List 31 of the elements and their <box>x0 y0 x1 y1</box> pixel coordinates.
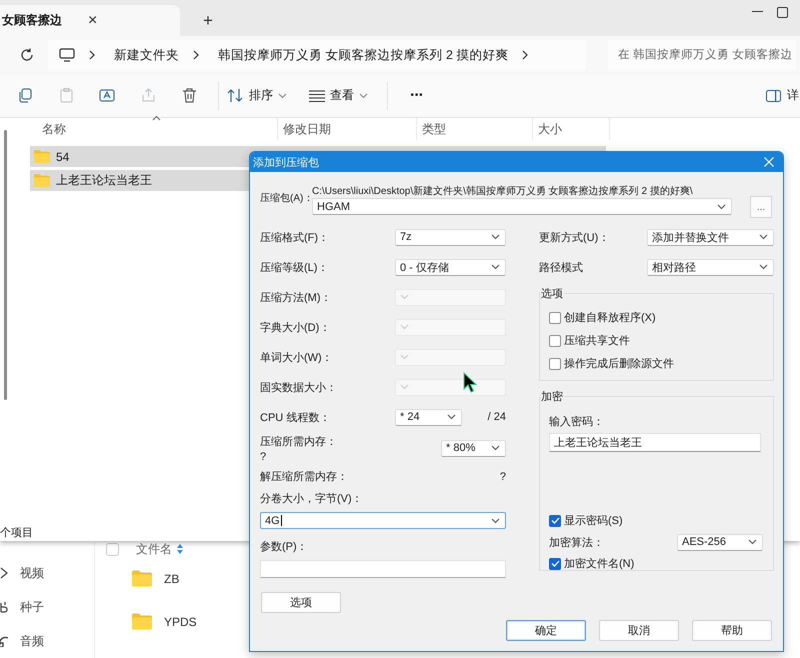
field-label: 路径模式 <box>539 260 583 274</box>
field-label: 分卷大小，字节(V)： <box>260 492 364 506</box>
field-label: 加密算法： <box>549 536 604 550</box>
memory-value: ? <box>260 450 268 462</box>
dialog-title: 添加到压缩包 <box>253 156 319 170</box>
file-name: 上老王论坛当老王 <box>56 172 152 189</box>
field-label: 字典大小(D)： <box>260 322 330 334</box>
field-label: CPU 线程数： <box>260 412 330 424</box>
checkbox-label: 加密文件名(N) <box>564 556 634 571</box>
field-label: 压缩所需内存： <box>260 434 337 448</box>
field-label: 压缩格式(F)： <box>260 232 330 244</box>
field-label: 固实数据大小： <box>260 382 337 394</box>
field-label: 解压缩所需内存： <box>260 470 348 484</box>
field-label: 参数(P)： <box>260 540 309 554</box>
field-label: 更新方式(U)： <box>539 230 610 244</box>
field-label: 压缩包(A)： <box>260 193 314 204</box>
file-name: 54 <box>56 150 70 164</box>
checkbox-label: 压缩共享文件 <box>564 334 630 348</box>
field-label: 输入密码： <box>549 416 604 428</box>
group-title: 加密 <box>540 390 564 404</box>
memory-value: ? <box>500 470 506 482</box>
status-text: 个项目 <box>0 526 33 540</box>
checkbox-label: 显示密码(S) <box>564 514 623 528</box>
checkbox-label: 创建自释放程序(X) <box>564 310 656 325</box>
field-label: 压缩方法(M)： <box>260 292 332 304</box>
thread-total: / 24 <box>488 411 506 423</box>
group-title: 选项 <box>540 287 564 301</box>
field-label: 压缩等级(L)： <box>260 262 328 274</box>
checkbox-label: 操作完成后删除源文件 <box>564 356 674 371</box>
archive-path: C:\Users\liuxi\Desktop\新建文件夹\韩国按摩师万义勇 女顾客擦边按摩系列 2 摸的好爽\ <box>312 186 694 198</box>
field-label: 单词大小(W)： <box>260 352 333 364</box>
